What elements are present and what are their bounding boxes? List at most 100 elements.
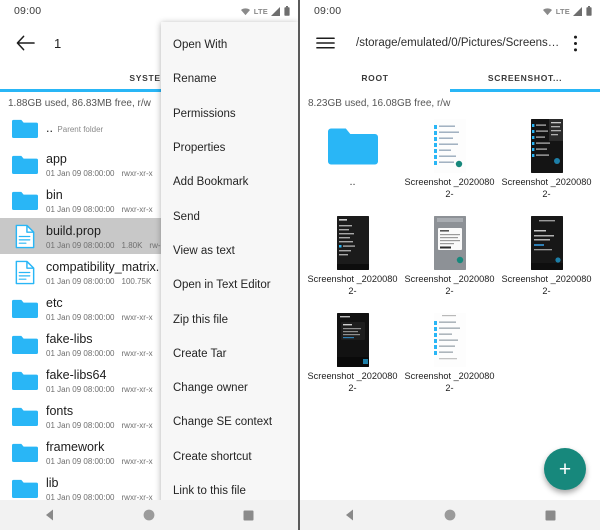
file-date: 01 Jan 09 08:00:00	[46, 204, 115, 214]
screenshot-thumbnail[interactable]	[530, 215, 563, 271]
folder-icon	[8, 478, 42, 499]
hamburger-menu-icon[interactable]	[310, 28, 340, 58]
menu-item-add-bookmark[interactable]: Add Bookmark	[161, 165, 298, 199]
file-name: framework	[46, 439, 105, 454]
menu-item-permissions[interactable]: Permissions	[161, 97, 298, 131]
grid-item-label: Screenshot _20200802-	[404, 177, 495, 199]
battery-icon	[284, 6, 290, 16]
file-subtitle: Parent folder	[57, 125, 104, 134]
list-item[interactable]: Screenshot _20200802-	[304, 213, 401, 310]
grid-item-label: Screenshot _20200802-	[307, 274, 398, 296]
menu-item-open-in-text-editor[interactable]: Open in Text Editor	[161, 268, 298, 302]
dual-panel-screenshot: 09:00 LTE 1 SYSTEM 1.88GB used, 86.83MB …	[0, 0, 600, 530]
list-item[interactable]: Screenshot _20200802-	[498, 116, 595, 213]
screenshot-thumbnail[interactable]	[433, 215, 466, 271]
status-clock: 09:00	[14, 5, 42, 17]
file-perm: rwxr-xr-x	[121, 384, 153, 394]
menu-item-rename[interactable]: Rename	[161, 62, 298, 96]
folder-icon	[8, 442, 42, 463]
folder-icon	[8, 370, 42, 391]
arrow-back-icon[interactable]	[10, 28, 40, 58]
document-icon	[8, 260, 42, 285]
breadcrumb-path[interactable]: /storage/emulated/0/Pictures/Screenshots	[356, 37, 560, 49]
file-date: 01 Jan 09 08:00:00	[46, 348, 115, 358]
network-type-label: LTE	[555, 6, 570, 16]
status-clock: 09:00	[314, 5, 342, 17]
left-phone-panel: 09:00 LTE 1 SYSTEM 1.88GB used, 86.83MB …	[0, 0, 298, 530]
overflow-menu-icon[interactable]	[560, 28, 590, 58]
menu-item-open-with[interactable]: Open With	[161, 28, 298, 62]
grid-item-label: Screenshot _20200802-	[501, 177, 592, 199]
tab-root[interactable]: ROOT	[300, 64, 450, 92]
menu-item-view-as-text[interactable]: View as text	[161, 234, 298, 268]
right-tab-indicator	[450, 89, 600, 92]
signal-icon	[271, 6, 281, 16]
screenshot-thumbnail[interactable]	[336, 215, 369, 271]
folder-icon	[8, 334, 42, 355]
right-storage-info: 8.23GB used, 16.08GB free, r/w	[308, 98, 451, 109]
right-status-bar: 09:00 LTE	[300, 0, 600, 22]
file-size: 100.75K	[121, 276, 152, 286]
file-name: ..	[46, 121, 53, 135]
list-item[interactable]: Screenshot _20200802-	[304, 310, 401, 407]
file-perm: rw-	[149, 240, 161, 250]
document-icon	[8, 224, 42, 249]
menu-item-send[interactable]: Send	[161, 199, 298, 233]
file-date: 01 Jan 09 08:00:00	[46, 312, 115, 322]
list-item[interactable]: Screenshot _20200802-	[498, 213, 595, 310]
file-date: 01 Jan 09 08:00:00	[46, 168, 115, 178]
left-status-bar: 09:00 LTE	[0, 0, 298, 22]
menu-item-create-tar[interactable]: Create Tar	[161, 337, 298, 371]
wifi-icon	[542, 7, 553, 16]
list-item[interactable]: Screenshot _20200802-	[401, 310, 498, 407]
menu-item-change-se-context[interactable]: Change SE context	[161, 405, 298, 439]
add-button[interactable]: +	[544, 448, 586, 490]
thumbnail-grid[interactable]: .. Screenshot _20200802- Screenshot _202…	[300, 112, 600, 500]
menu-item-change-owner[interactable]: Change owner	[161, 371, 298, 405]
menu-item-properties[interactable]: Properties	[161, 131, 298, 165]
menu-item-create-shortcut[interactable]: Create shortcut	[161, 440, 298, 474]
nav-back-icon[interactable]	[330, 500, 370, 530]
list-item[interactable]: Screenshot _20200802-	[401, 213, 498, 310]
screenshot-thumbnail[interactable]	[433, 312, 466, 368]
file-date: 01 Jan 09 08:00:00	[46, 456, 115, 466]
file-date: 01 Jan 09 08:00:00	[46, 492, 115, 501]
status-icons: LTE	[542, 6, 592, 16]
right-navigation-bar	[300, 500, 600, 530]
nav-home-icon[interactable]	[129, 500, 169, 530]
status-icons: LTE	[240, 6, 290, 16]
nav-home-icon[interactable]	[430, 500, 470, 530]
menu-item-zip-this-file[interactable]: Zip this file	[161, 302, 298, 336]
file-perm: rwxr-xr-x	[121, 456, 153, 466]
nav-recents-icon[interactable]	[530, 500, 570, 530]
file-size: 1.80K	[121, 240, 143, 250]
wifi-icon	[240, 7, 251, 16]
screenshot-thumbnail[interactable]	[336, 312, 369, 368]
file-name: build.prop	[46, 223, 101, 238]
nav-back-icon[interactable]	[30, 500, 70, 530]
screenshot-thumbnail[interactable]	[530, 118, 563, 174]
file-name: etc	[46, 295, 63, 310]
right-phone-panel: 09:00 LTE /storage/emulated/0/Pictures/S…	[300, 0, 600, 530]
file-perm: rwxr-xr-x	[121, 420, 153, 430]
list-item[interactable]: Screenshot _20200802-	[401, 116, 498, 213]
signal-icon	[573, 6, 583, 16]
file-name: compatibility_matrix.	[46, 259, 160, 274]
file-name: fake-libs64	[46, 367, 107, 382]
grid-item-label: Screenshot _20200802-	[307, 371, 398, 393]
network-type-label: LTE	[253, 6, 268, 16]
file-name: bin	[46, 187, 63, 202]
file-perm: rwxr-xr-x	[121, 348, 153, 358]
screenshot-thumbnail[interactable]	[433, 118, 466, 174]
file-name: app	[46, 151, 67, 166]
file-perm: rwxr-xr-x	[121, 204, 153, 214]
tab-screenshots[interactable]: SCREENSHOT...	[450, 64, 600, 92]
context-menu[interactable]: Open With Rename Permissions Properties …	[161, 22, 298, 509]
grid-item-label: Screenshot _20200802-	[501, 274, 592, 296]
folder-icon	[8, 406, 42, 427]
nav-recents-icon[interactable]	[228, 500, 268, 530]
grid-item-label: Screenshot _20200802-	[404, 274, 495, 296]
grid-item-parent[interactable]: ..	[304, 116, 401, 213]
grid-item-label: ..	[349, 176, 356, 188]
file-date: 01 Jan 09 08:00:00	[46, 276, 115, 286]
